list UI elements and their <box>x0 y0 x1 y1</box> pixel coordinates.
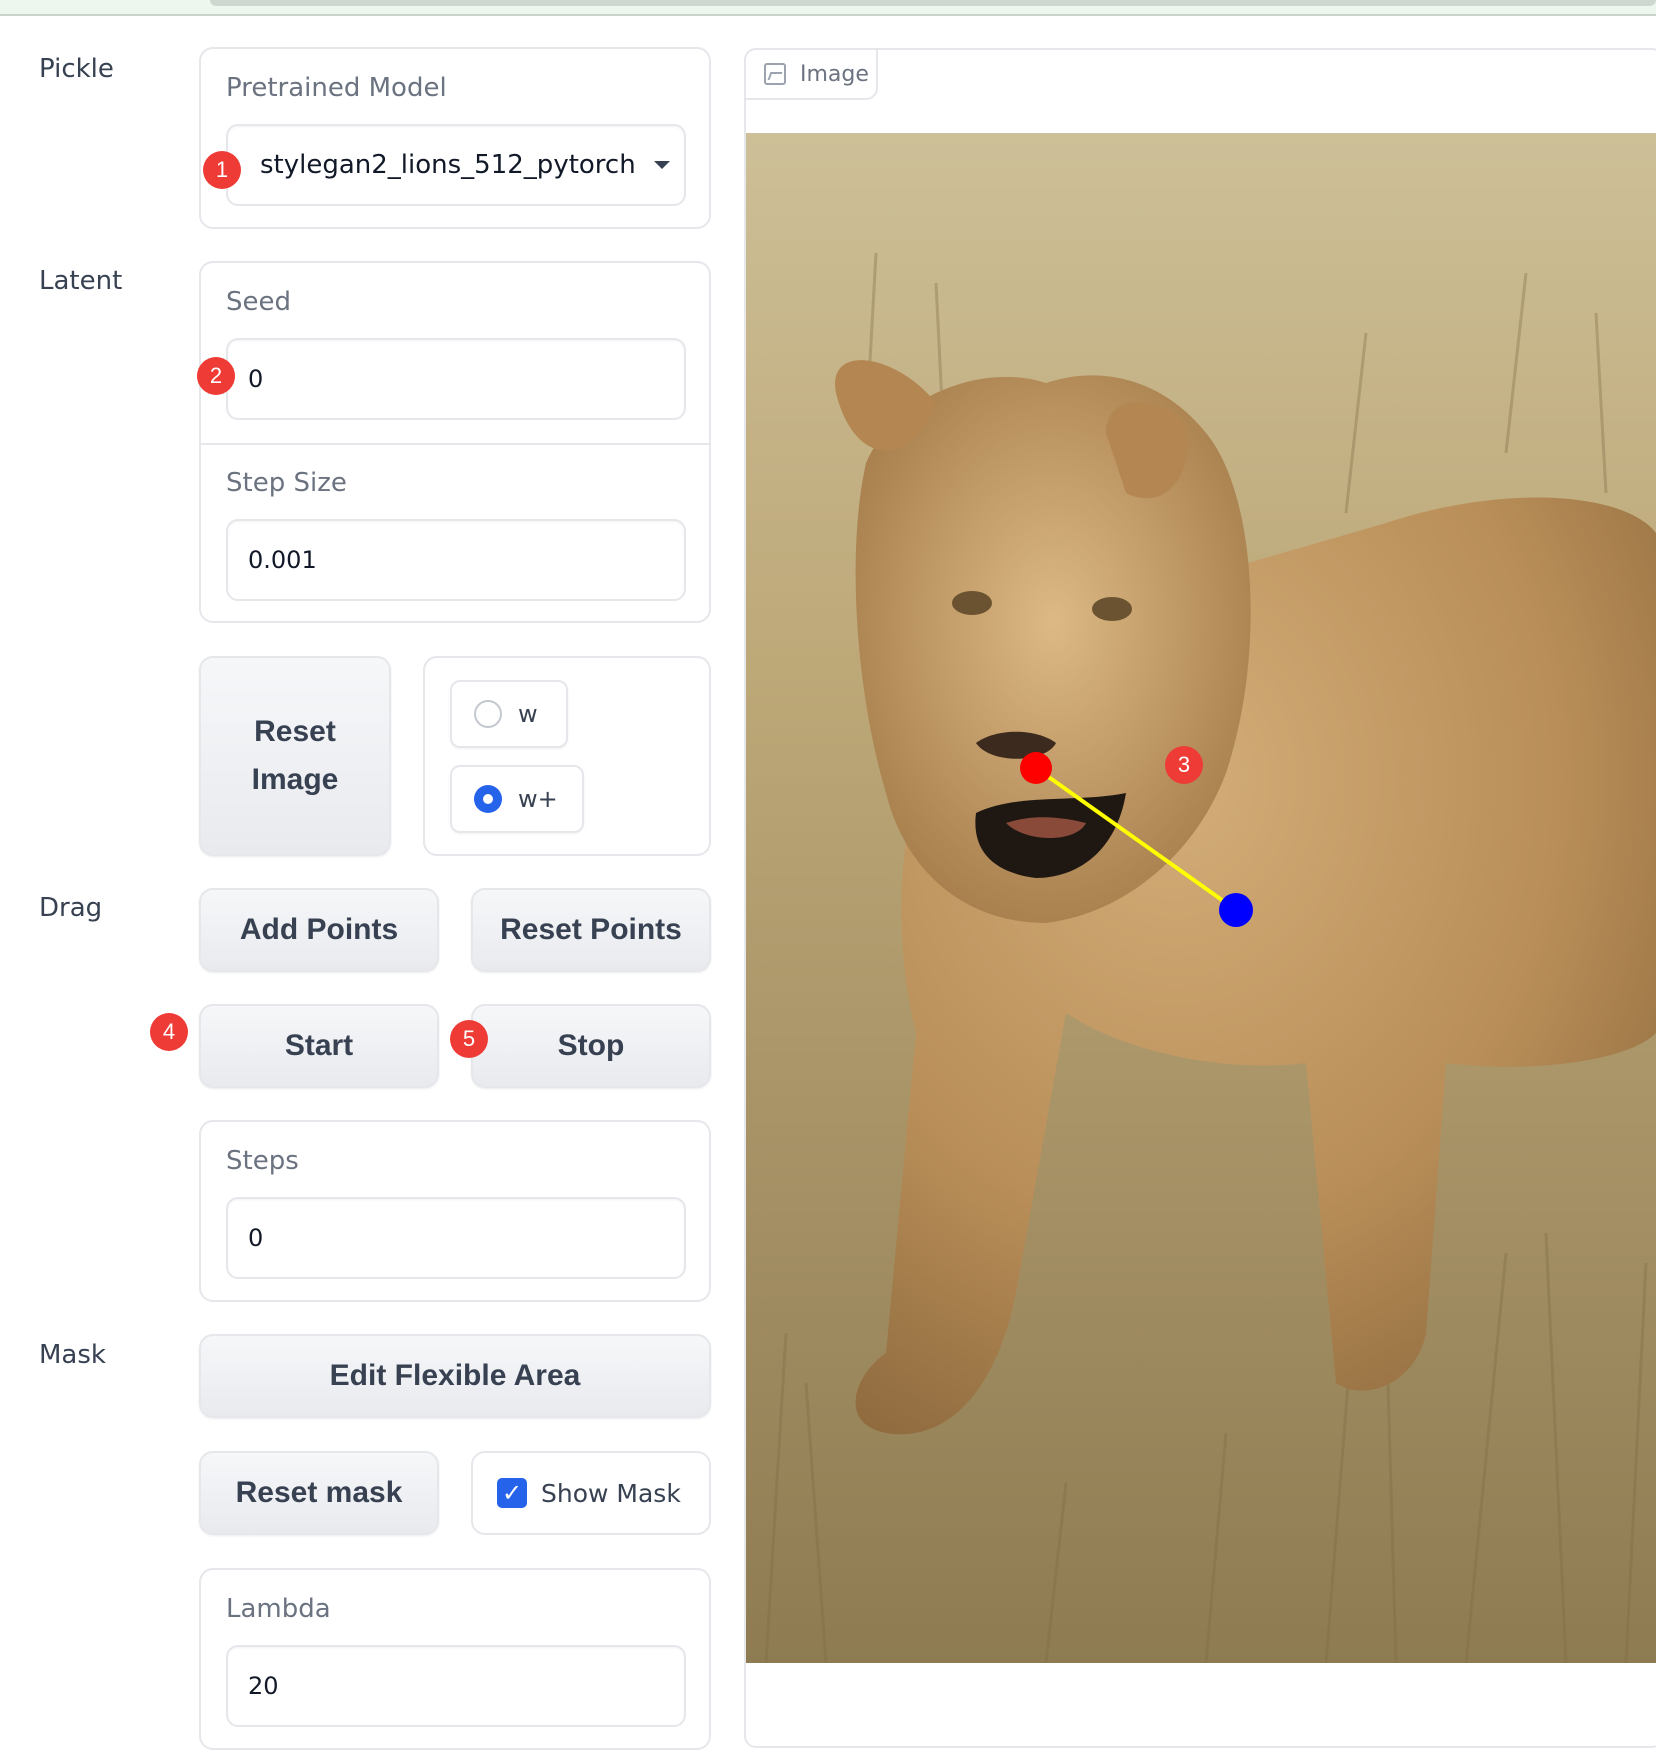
annotation-badge-4: 4 <box>150 1013 188 1051</box>
radio-option-w-plus[interactable]: w+ <box>450 765 584 833</box>
seed-label: Seed <box>226 287 291 317</box>
lion-eye-right <box>1092 597 1132 621</box>
pretrained-model-value: stylegan2_lions_512_pytorch <box>260 150 636 180</box>
reset-mask-button[interactable]: Reset mask <box>199 1451 439 1535</box>
show-mask-label: Show Mask <box>541 1478 681 1508</box>
top-bar <box>0 0 1656 16</box>
section-label-drag: Drag <box>39 893 103 923</box>
edit-flexible-area-button[interactable]: Edit Flexible Area <box>199 1334 711 1418</box>
checkbox-checked-icon[interactable]: ✓ <box>497 1478 527 1508</box>
lambda-input[interactable]: 20 <box>226 1645 686 1727</box>
latent-panel: Seed 0 Step Size 0.001 <box>199 261 711 623</box>
steps-input[interactable]: 0 <box>226 1197 686 1279</box>
radio-checked-icon <box>474 785 502 813</box>
radio-label-w: w <box>518 700 538 728</box>
radio-unchecked-icon <box>474 700 502 728</box>
annotation-badge-2: 2 <box>197 357 235 395</box>
pretrained-model-panel: Pretrained Model stylegan2_lions_512_pyt… <box>199 47 711 229</box>
steps-label: Steps <box>226 1146 299 1176</box>
annotation-badge-5: 5 <box>450 1020 488 1058</box>
stop-button[interactable]: Stop <box>471 1004 711 1088</box>
seed-input[interactable]: 0 <box>226 338 686 420</box>
annotation-badge-3: 3 <box>1165 746 1203 784</box>
scrollbar[interactable] <box>210 0 1656 6</box>
image-icon <box>764 63 786 85</box>
target-point[interactable] <box>1219 893 1253 927</box>
image-tab: Image <box>744 48 878 100</box>
pretrained-model-label: Pretrained Model <box>226 73 447 103</box>
image-canvas[interactable] <box>746 133 1656 1663</box>
caret-down-icon <box>653 161 670 169</box>
step-size-label: Step Size <box>226 468 347 498</box>
divider <box>201 443 709 445</box>
step-size-input[interactable]: 0.001 <box>226 519 686 601</box>
radio-label-w-plus: w+ <box>518 785 558 813</box>
add-points-button[interactable]: Add Points <box>199 888 439 972</box>
section-label-latent: Latent <box>39 266 123 296</box>
section-label-pickle: Pickle <box>39 54 114 84</box>
lambda-panel: Lambda 20 <box>199 1568 711 1750</box>
lambda-label: Lambda <box>226 1594 331 1624</box>
handle-point[interactable] <box>1020 752 1052 784</box>
steps-panel: Steps 0 <box>199 1120 711 1302</box>
section-label-mask: Mask <box>39 1340 106 1370</box>
pretrained-model-dropdown[interactable]: stylegan2_lions_512_pytorch <box>226 124 686 206</box>
image-tab-label: Image <box>800 61 869 87</box>
lion-image <box>746 133 1656 1663</box>
show-mask-checkbox[interactable]: ✓ Show Mask <box>471 1451 711 1535</box>
reset-image-button[interactable]: Reset Image <box>199 656 391 856</box>
latent-space-radio-group: w w+ <box>423 656 711 856</box>
lion-eye-left <box>952 591 992 615</box>
start-button[interactable]: Start <box>199 1004 439 1088</box>
annotation-badge-1: 1 <box>203 151 241 189</box>
radio-option-w[interactable]: w <box>450 680 568 748</box>
reset-points-button[interactable]: Reset Points <box>471 888 711 972</box>
